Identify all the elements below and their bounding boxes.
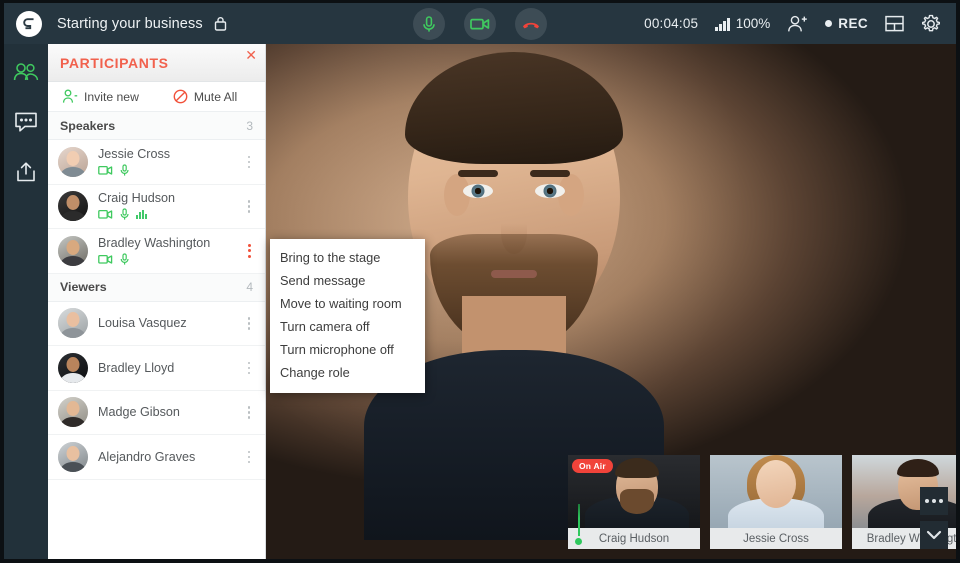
participant-context-menu: Bring to the stage Send message Move to … (270, 239, 425, 393)
participants-list: Speakers 3 Jessie Cross Craig Hudson Bra… (48, 112, 265, 559)
participant-status-icons (98, 208, 243, 221)
end-call-button[interactable] (515, 7, 547, 40)
thumbnail-label: Craig Hudson (568, 528, 700, 549)
avatar (58, 146, 88, 177)
header-right-tools: 00:04:05 100% REC (644, 14, 956, 34)
microphone-icon (120, 253, 129, 265)
thumbnail-video-feed (710, 455, 842, 528)
participant-name: Louisa Vasquez (98, 316, 187, 331)
invite-new-label: Invite new (84, 89, 139, 104)
sidebar-item-chat[interactable] (12, 108, 40, 136)
camera-icon (98, 254, 113, 264)
app-header: Starting your business 00:04:05 100% REC (4, 3, 956, 44)
meeting-title: Starting your business (57, 15, 203, 32)
participant-menu-button[interactable] (243, 450, 257, 463)
list-item[interactable]: Bradley Lloyd (48, 346, 265, 391)
record-dot-icon (825, 20, 833, 27)
thumbnail-jessie-cross[interactable]: Jessie Cross (710, 455, 842, 549)
camera-icon (98, 165, 113, 175)
section-header-viewers: Viewers 4 (48, 273, 265, 302)
participant-status-icons (98, 253, 243, 266)
menu-item-change-role[interactable]: Change role (270, 361, 425, 384)
microphone-toggle-button[interactable] (413, 7, 445, 40)
mute-all-button[interactable]: Mute All (173, 89, 237, 104)
avatar (58, 191, 88, 222)
list-item[interactable]: Craig Hudson (48, 185, 265, 229)
gear-icon[interactable] (921, 14, 941, 34)
app-logo-icon (16, 10, 42, 37)
menu-item-turn-camera-off[interactable]: Turn camera off (270, 315, 425, 338)
record-label: REC (838, 16, 868, 31)
participant-name: Alejandro Graves (98, 449, 196, 464)
participant-menu-button[interactable] (243, 155, 257, 168)
section-header-speakers: Speakers 3 (48, 112, 265, 140)
menu-item-turn-microphone-off[interactable]: Turn microphone off (270, 338, 425, 361)
left-sidebar-rail (4, 44, 48, 559)
recording-indicator[interactable]: REC (825, 16, 868, 31)
microphone-icon (120, 164, 129, 176)
participant-name: Craig Hudson (98, 191, 176, 206)
stage-corner-buttons (920, 487, 948, 549)
participant-menu-button[interactable] (243, 361, 257, 374)
menu-item-move-to-waiting-room[interactable]: Move to waiting room (270, 292, 425, 315)
participant-menu-button[interactable] (243, 406, 257, 419)
participant-name: Bradley Lloyd (98, 360, 175, 375)
participant-name: Jessie Cross (98, 146, 171, 161)
list-item[interactable]: Madge Gibson (48, 391, 265, 435)
avatar (58, 235, 88, 266)
sidebar-item-participants[interactable] (12, 58, 40, 86)
thumbnail-craig-hudson[interactable]: On Air Craig Hudson (568, 455, 700, 549)
participant-status-icons (98, 164, 243, 177)
audio-level-icon (136, 210, 147, 220)
participants-panel: PARTICIPANTS ✕ Invite new Mute All Speak… (48, 44, 266, 559)
avatar (58, 441, 88, 472)
lock-icon (214, 16, 227, 31)
collapse-strip-button[interactable] (920, 521, 948, 549)
section-count: 3 (246, 118, 253, 133)
menu-item-bring-to-stage[interactable]: Bring to the stage (270, 246, 425, 269)
mute-all-label: Mute All (193, 89, 238, 104)
audio-level-meter (575, 501, 582, 545)
sidebar-item-share[interactable] (12, 158, 40, 186)
add-person-icon[interactable] (787, 15, 808, 33)
list-item[interactable]: Jessie Cross (48, 140, 265, 185)
participant-menu-button[interactable] (243, 317, 257, 330)
microphone-icon (120, 208, 129, 220)
camera-icon (98, 210, 113, 219)
avatar (58, 397, 88, 428)
participants-panel-actions: Invite new Mute All (48, 82, 265, 112)
section-label: Speakers (60, 118, 116, 133)
add-person-icon (62, 89, 78, 103)
list-item[interactable]: Bradley Washington (48, 229, 265, 274)
participants-panel-header: PARTICIPANTS ✕ (48, 44, 265, 82)
avatar (58, 308, 88, 339)
three-dots-icon (925, 499, 943, 503)
close-icon[interactable]: ✕ (245, 48, 257, 62)
menu-item-send-message[interactable]: Send message (270, 269, 425, 292)
avatar (58, 352, 88, 383)
signal-percent: 100% (735, 16, 771, 31)
signal-strength: 100% (715, 16, 770, 31)
more-options-button[interactable] (920, 487, 948, 515)
call-timer: 00:04:05 (644, 16, 699, 31)
invite-new-button[interactable]: Invite new (62, 89, 139, 104)
video-conference-app: Starting your business 00:04:05 100% REC… (4, 3, 956, 559)
camera-toggle-button[interactable] (464, 7, 496, 40)
participant-menu-button[interactable] (243, 200, 257, 213)
layout-grid-icon[interactable] (885, 15, 904, 32)
chevron-down-icon (926, 530, 942, 540)
thumbnail-label: Jessie Cross (710, 528, 842, 549)
on-air-badge: On Air (572, 459, 613, 473)
signal-bars-icon (715, 18, 730, 31)
list-item[interactable]: Alejandro Graves (48, 435, 265, 480)
list-item[interactable]: Louisa Vasquez (48, 302, 265, 346)
page-title: PARTICIPANTS (60, 54, 169, 71)
participant-name: Madge Gibson (98, 405, 180, 420)
participant-menu-button[interactable] (243, 243, 257, 258)
mute-circle-icon (173, 89, 188, 104)
thumbnail-strip: On Air Craig Hudson Jessie Cross Bradley (568, 455, 956, 549)
section-label: Viewers (60, 280, 107, 294)
section-count: 4 (246, 280, 253, 294)
participant-name: Bradley Washington (98, 235, 211, 250)
